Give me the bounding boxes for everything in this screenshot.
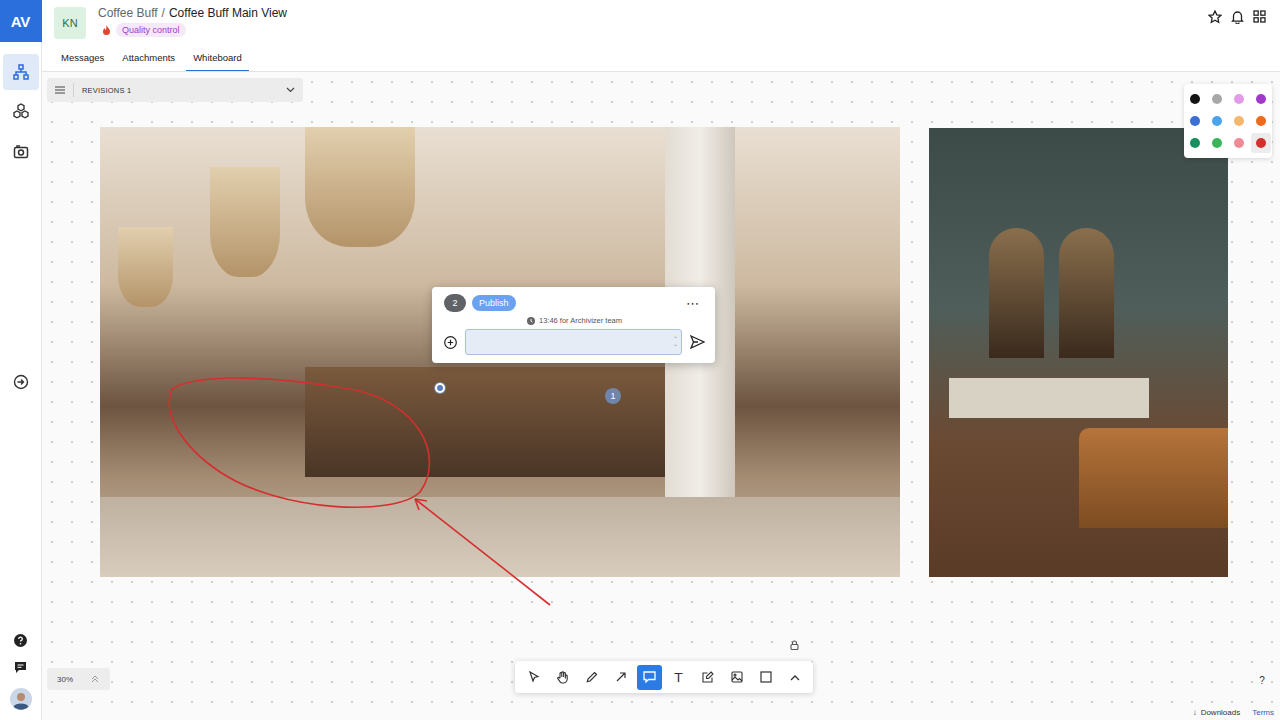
pencil-icon (586, 671, 598, 683)
revisions-dropdown[interactable]: REVISIONS 1 (47, 78, 303, 102)
color-swatch[interactable] (1185, 111, 1205, 131)
chevron-up-icon (790, 674, 800, 681)
comment-count-badge: 2 (444, 294, 466, 312)
breadcrumb: Coffee Buff / Coffee Buff Main View (98, 6, 287, 20)
help-icon[interactable] (14, 634, 27, 647)
toolbar-button[interactable] (753, 665, 778, 690)
breadcrumb-parent[interactable]: Coffee Buff (98, 6, 158, 20)
terms-link[interactable]: Terms (1252, 708, 1274, 717)
note-icon (702, 671, 714, 683)
sidebar-item[interactable] (3, 134, 39, 170)
toolbar-button[interactable] (637, 665, 662, 690)
color-swatch[interactable] (1185, 133, 1205, 153)
comment-popup: 2 Publish ⋯ 13:46 for Archivizer team ⌃⌄ (432, 287, 715, 363)
help-button[interactable]: ? (1254, 672, 1270, 688)
chat-icon[interactable] (14, 661, 27, 674)
toolbar-button[interactable] (550, 665, 575, 690)
color-swatch[interactable] (1251, 133, 1271, 153)
text-tool-label: T (675, 670, 683, 685)
cursor-icon (528, 671, 540, 683)
toolbar-button[interactable] (521, 665, 546, 690)
color-swatch[interactable] (1229, 133, 1249, 153)
camera-icon (13, 144, 29, 160)
comment-meta: 13:46 for Archivizer team (444, 316, 705, 325)
color-swatch[interactable] (1207, 89, 1227, 109)
toolbar-button[interactable] (608, 665, 633, 690)
header: KN Coffee Buff / Coffee Buff Main View Q… (42, 0, 1280, 46)
zoom-value: 30% (57, 675, 73, 684)
color-swatch[interactable] (1207, 133, 1227, 153)
hand-icon (556, 671, 569, 684)
comment-pin-numbered[interactable]: 1 (605, 388, 621, 404)
toolbar-button[interactable]: T (666, 665, 691, 690)
color-swatch[interactable] (1229, 89, 1249, 109)
tab[interactable]: Attachments (115, 46, 182, 71)
breadcrumb-current: Coffee Buff Main View (169, 6, 287, 20)
sidebar: AV (0, 0, 42, 720)
menu-icon (55, 86, 65, 94)
expand-up-icon (91, 675, 99, 683)
status-tag[interactable]: Quality control (116, 23, 186, 37)
color-swatch[interactable] (1229, 111, 1249, 131)
color-swatch[interactable] (1207, 111, 1227, 131)
clock-icon (527, 317, 535, 325)
rectangle-icon (760, 671, 772, 683)
lock-icon[interactable] (790, 640, 799, 650)
toolbar-button[interactable] (695, 665, 720, 690)
image-icon (731, 671, 743, 683)
color-swatch[interactable] (1185, 89, 1205, 109)
publish-button[interactable]: Publish (472, 295, 516, 311)
add-attachment-icon[interactable] (444, 336, 457, 349)
comment-input[interactable]: ⌃⌄ (465, 329, 682, 355)
toolbar-button[interactable] (782, 665, 807, 690)
downloads-link[interactable]: ↓Downloads (1193, 708, 1241, 717)
fire-icon (102, 25, 111, 35)
zoom-control[interactable]: 30% (47, 668, 110, 690)
apps-icon[interactable] (1253, 10, 1266, 23)
sidebar-item[interactable] (3, 54, 39, 90)
revisions-label: REVISIONS 1 (82, 86, 131, 95)
restaurant-photo[interactable] (929, 128, 1228, 577)
bell-icon[interactable] (1231, 10, 1244, 24)
toolbar-button[interactable] (579, 665, 604, 690)
tab[interactable]: Whiteboard (186, 46, 249, 71)
send-icon[interactable] (690, 335, 705, 349)
sidebar-item[interactable] (3, 94, 39, 130)
sitemap-icon (13, 64, 29, 80)
expand-arrow-icon[interactable] (13, 374, 29, 390)
comment-pin[interactable] (435, 383, 445, 393)
logo[interactable]: AV (0, 0, 42, 42)
footer-links: ↓Downloads Terms (1193, 708, 1274, 717)
app-window: AV KN Coffee Buff / Coffee Buff Main Vie… (0, 0, 1280, 720)
user-avatar-icon[interactable] (10, 688, 32, 710)
more-menu-button[interactable]: ⋯ (686, 297, 705, 310)
cubes-icon (12, 103, 30, 121)
toolbar-button[interactable] (724, 665, 749, 690)
color-swatch[interactable] (1251, 111, 1271, 131)
chevron-down-icon (286, 87, 295, 93)
comment-icon (643, 671, 656, 683)
main-area: KN Coffee Buff / Coffee Buff Main View Q… (42, 0, 1280, 720)
annotation-drawing[interactable] (100, 127, 900, 617)
project-avatar[interactable]: KN (54, 7, 86, 39)
tab[interactable]: Messages (54, 46, 111, 71)
arrow-icon (615, 671, 627, 683)
color-swatch[interactable] (1251, 89, 1271, 109)
whiteboard-canvas[interactable]: REVISIONS 1 1 2 Publish ⋯ 13:46 for Arch… (42, 72, 1280, 720)
breadcrumb-separator: / (162, 6, 165, 20)
toolbar: T (515, 661, 813, 693)
color-palette (1184, 84, 1272, 158)
star-icon[interactable] (1208, 10, 1222, 24)
tab-bar: MessagesAttachmentsWhiteboard (42, 46, 1280, 72)
